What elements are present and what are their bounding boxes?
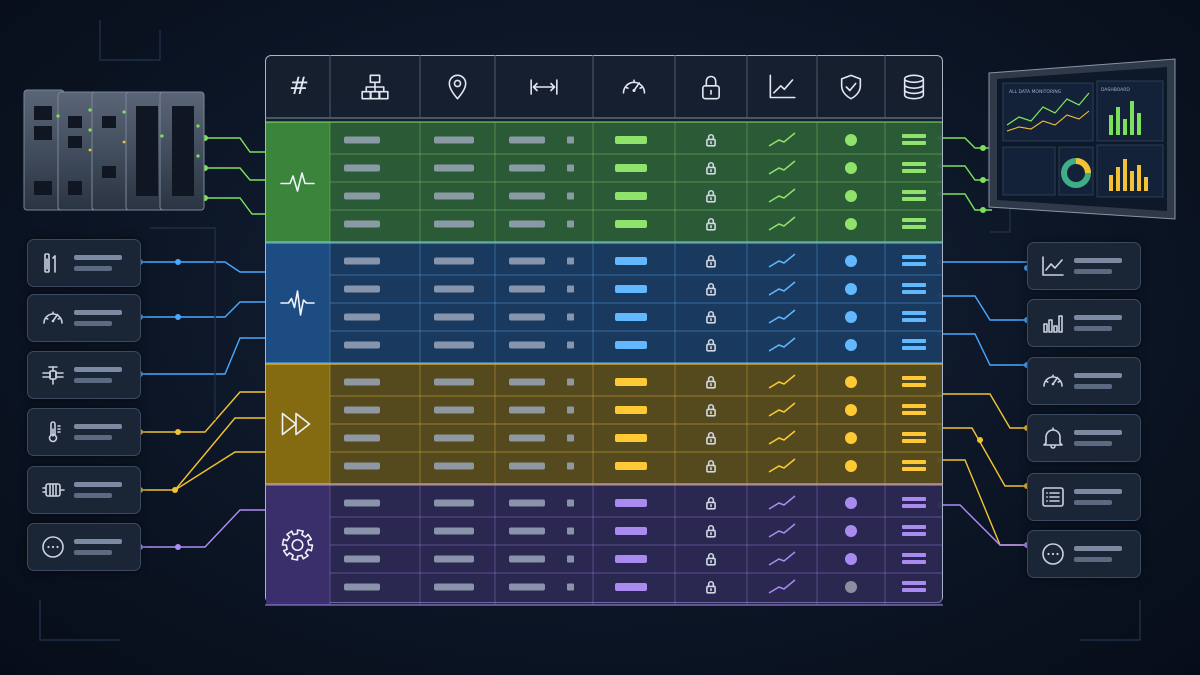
card-label-line: [1074, 500, 1112, 505]
wire-sensor-6-yellow: [174, 451, 268, 491]
card-label-line: [74, 310, 122, 315]
card-label-line: [1074, 557, 1112, 562]
card-label-line: [1074, 430, 1122, 435]
sensor-card[interactable]: [27, 523, 141, 571]
valve-icon: [42, 366, 64, 385]
card-label-line: [1074, 326, 1112, 331]
sensor-card[interactable]: [27, 239, 141, 287]
monitor-title: ALL DATA MONITORING: [1009, 89, 1062, 95]
wire-output-2: [940, 295, 1027, 321]
sensor-card[interactable]: [27, 408, 141, 456]
data-table: [265, 55, 943, 603]
card-label-line: [74, 378, 112, 383]
card-label-line: [74, 435, 112, 440]
list-icon: [1042, 487, 1064, 507]
wire-output-6: [940, 459, 1027, 546]
connector-node: [175, 259, 181, 265]
output-card[interactable]: [1027, 414, 1141, 462]
monitor-panel-label: DASHBOARD: [1101, 87, 1130, 93]
card-label-line: [74, 367, 122, 372]
output-card[interactable]: [1027, 299, 1141, 347]
wire-switch-3: [205, 197, 268, 215]
card-label-line: [1074, 384, 1112, 389]
monitoring-display: ALL DATA MONITORING DASHBOARD: [988, 58, 1176, 220]
wire-output-4: [940, 393, 1027, 429]
connector-node: [172, 487, 178, 493]
more-options-icon: [1042, 543, 1064, 565]
card-label-line: [74, 550, 112, 555]
sensor-card[interactable]: [27, 294, 141, 342]
level-sensor-icon: [44, 253, 56, 273]
connector-node: [175, 314, 181, 320]
card-label-line: [1074, 315, 1122, 320]
output-card[interactable]: [1027, 357, 1141, 405]
wire-sensor-6: [140, 509, 268, 548]
wire-sensor-2: [140, 301, 268, 318]
wire-sensor-3: [140, 337, 268, 375]
wire-sensor-1: [140, 261, 268, 273]
wire-switch-1: [205, 137, 268, 153]
connector-node: [175, 429, 181, 435]
wire-output-3: [940, 333, 1027, 366]
bell-icon: [1043, 427, 1063, 449]
gauge-icon: [1043, 374, 1063, 387]
gauge-icon: [43, 311, 63, 324]
card-label-line: [1074, 489, 1122, 494]
wire-output-5: [940, 427, 1027, 487]
output-card[interactable]: [1027, 530, 1141, 578]
card-label-line: [74, 255, 122, 260]
thermometer-icon: [48, 421, 61, 443]
line-chart-icon: [1042, 256, 1064, 276]
card-label-line: [74, 482, 122, 487]
card-label-line: [1074, 441, 1112, 446]
diagram-stage: ALL DATA MONITORING DASHBOARD #: [0, 0, 1200, 675]
card-label-line: [74, 321, 112, 326]
card-label-line: [1074, 269, 1112, 274]
wire-output-7: [940, 504, 1027, 546]
card-label-line: [74, 424, 122, 429]
more-options-icon: [42, 536, 64, 558]
sensor-card[interactable]: [27, 466, 141, 514]
connector-node: [977, 437, 983, 443]
wire-switch-2: [205, 167, 268, 181]
motor-icon: [42, 483, 65, 497]
output-card[interactable]: [1027, 473, 1141, 521]
card-label-line: [1074, 546, 1122, 551]
card-label-line: [74, 539, 122, 544]
connector-node: [175, 544, 181, 550]
card-label-line: [74, 493, 112, 498]
card-label-line: [1074, 258, 1122, 263]
card-label-line: [74, 266, 112, 271]
sensor-card[interactable]: [27, 351, 141, 399]
output-card[interactable]: [1027, 242, 1141, 290]
bar-chart-icon: [1043, 315, 1063, 333]
wire-sensor-4: [140, 391, 268, 433]
network-switch-rack: [23, 89, 205, 211]
card-label-line: [1074, 373, 1122, 378]
wire-sensor-5: [140, 417, 268, 491]
column-header-index: #: [288, 72, 310, 100]
